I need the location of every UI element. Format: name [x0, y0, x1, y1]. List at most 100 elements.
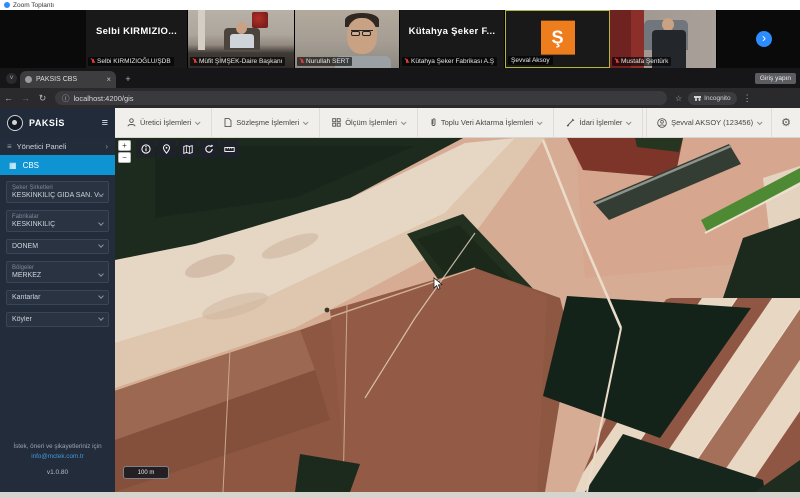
menu-label: Toplu Veri Aktarma İşlemleri — [441, 118, 534, 127]
chevron-down-icon — [537, 119, 543, 125]
user-circle-icon — [657, 118, 667, 128]
info-icon — [141, 144, 151, 154]
satellite-map[interactable]: + − 100 m — [115, 138, 800, 492]
video-wall-detail — [198, 10, 205, 50]
participant-name: Kütahya Şeker Fabrikası A.Ş — [411, 58, 494, 65]
participant-tile-kutahya[interactable]: Kütahya Şeker F... Kütahya Şeker Fabrika… — [400, 10, 505, 68]
chevron-down-icon — [401, 119, 407, 125]
measure-button[interactable] — [220, 140, 239, 158]
participant-tile-selbi[interactable]: Selbi KIRMIZIO... Selbi KIRMIZIOĞLU/ŞDB — [86, 10, 188, 68]
participant-tile-nurullah[interactable]: Nurullah SERT — [295, 10, 400, 68]
participant-tile-mufit[interactable]: Müfit ŞİMŞEK-Daire Başkanı — [188, 10, 295, 68]
page-info-icon[interactable]: ⓘ — [62, 93, 70, 104]
select-fabrikalar[interactable]: Fabrikalar KESKİNKILIÇ — [6, 210, 109, 232]
sidebar: ≡ Yönetici Paneli › ▦ CBS Şeker Şirketle… — [0, 138, 115, 492]
select-seker-sirketleri[interactable]: Şeker Şirketleri KESKİNKILIÇ GIDA SAN. V… — [6, 181, 109, 203]
glasses-detail — [351, 30, 373, 36]
zoom-participant-strip: Selbi KIRMIZIO... Selbi KIRMIZIOĞLU/ŞDB … — [0, 10, 800, 68]
tab-favicon — [25, 76, 32, 83]
video-person-body — [230, 34, 254, 48]
zoom-app-icon — [4, 2, 10, 8]
menu-olcum-islemleri[interactable]: Ölçüm İşlemleri — [320, 108, 418, 137]
tab-close-icon[interactable]: × — [106, 76, 111, 84]
reload-icon[interactable]: ↻ — [34, 93, 51, 104]
grid-icon — [332, 118, 341, 127]
app-header: PAKSİS ≡ Üretici İşlemleri Sözleşme İşle… — [0, 108, 800, 138]
participant-nametag: Selbi KIRMIZIOĞLU/ŞDB — [88, 57, 174, 66]
muted-mic-icon — [405, 59, 409, 65]
user-name: Şevval AKSOY (123456) — [671, 118, 753, 127]
url-input[interactable]: ⓘ localhost:4200/gis — [55, 91, 667, 105]
participant-tile-sevval[interactable]: Ş Şevval Aksoy — [505, 10, 610, 68]
browser-tab-paksis[interactable]: PAKSIS CBS × — [20, 71, 116, 88]
map-toolbar: + − — [118, 140, 239, 163]
participant-name: Müfit ŞİMŞEK-Daire Başkanı — [199, 58, 282, 65]
participant-nametag: Şevval Aksoy — [508, 56, 553, 65]
select-value: Kantarlar — [12, 294, 103, 301]
back-icon[interactable]: ← — [0, 93, 17, 103]
zoom-in-button[interactable]: + — [118, 140, 131, 151]
person-icon — [127, 118, 136, 127]
chevron-down-icon — [303, 119, 309, 125]
feedback-text: İstek, öneri ve şikayetleriniz için — [0, 443, 115, 450]
chevron-right-icon: › — [105, 142, 108, 151]
menu-uretici-islemleri[interactable]: Üretici İşlemleri — [115, 108, 212, 137]
top-menu: Üretici İşlemleri Sözleşme İşlemleri Ölç… — [115, 108, 800, 138]
next-participants-button[interactable]: › — [756, 31, 772, 47]
video-person-head — [347, 18, 377, 54]
location-button[interactable] — [157, 140, 176, 158]
select-value: KESKİNKILIÇ — [12, 221, 103, 228]
ruler-icon — [224, 146, 235, 153]
scale-label: 100 m — [138, 470, 155, 476]
participant-name: Nurullah SERT — [306, 58, 349, 65]
gear-icon: ⚙ — [781, 116, 791, 129]
select-label: Bölgeler — [12, 265, 103, 271]
hamburger-icon[interactable]: ≡ — [102, 117, 108, 129]
chevron-down-icon — [195, 119, 201, 125]
feedback-email-link[interactable]: info@mctek.com.tr — [0, 453, 115, 460]
sidebar-filters: Şeker Şirketleri KESKİNKILIÇ GIDA SAN. V… — [0, 175, 115, 327]
browser-menu-icon[interactable]: ⋮ — [743, 93, 752, 104]
select-koyler[interactable]: Köyler — [6, 312, 109, 327]
sidebar-item-cbs[interactable]: ▦ CBS — [0, 155, 115, 175]
menu-sozlesme-islemleri[interactable]: Sözleşme İşlemleri — [212, 108, 320, 137]
info-button[interactable] — [136, 140, 155, 158]
settings-button[interactable]: ⚙ — [771, 108, 800, 137]
participant-display-name: Selbi KIRMIZIO... — [86, 26, 187, 37]
paperclip-icon — [430, 118, 437, 127]
avatar-letter: Ş — [551, 27, 563, 48]
select-bolgeler[interactable]: Bölgeler MERKEZ — [6, 261, 109, 283]
refresh-button[interactable] — [199, 140, 218, 158]
menu-label: İdari İşlemler — [579, 118, 622, 127]
incognito-icon — [694, 95, 701, 101]
menu-toplu-veri-aktarma[interactable]: Toplu Veri Aktarma İşlemleri — [418, 108, 555, 137]
chevron-down-icon — [626, 119, 632, 125]
map-layers-icon — [183, 145, 193, 154]
bookmark-icon[interactable]: ☆ — [675, 94, 682, 103]
url-text: localhost:4200/gis — [74, 94, 134, 103]
tab-search-icon[interactable]: ˅ — [6, 73, 17, 84]
menu-idari-islemler[interactable]: İdari İşlemler — [554, 108, 643, 137]
forward-icon[interactable]: → — [17, 93, 34, 103]
paksis-logo-icon — [7, 115, 23, 131]
muted-mic-icon — [91, 59, 95, 65]
layers-button[interactable] — [178, 140, 197, 158]
participant-tile-mustafa[interactable]: Mustafa Şentürk — [610, 10, 717, 68]
sidebar-item-label: Yönetici Paneli — [17, 142, 67, 151]
map-scale-bar: 100 m — [123, 466, 169, 479]
select-kantarlar[interactable]: Kantarlar — [6, 290, 109, 305]
select-donem[interactable]: DÖNEM — [6, 239, 109, 254]
sidebar-footer: İstek, öneri ve şikayetleriniz için info… — [0, 443, 115, 476]
chevron-down-icon — [757, 119, 763, 125]
brand-box: PAKSİS ≡ — [0, 108, 115, 138]
zoom-out-button[interactable]: − — [118, 152, 131, 163]
user-menu-button[interactable]: Şevval AKSOY (123456) — [646, 108, 771, 137]
participant-name: Selbi KIRMIZIOĞLU/ŞDB — [97, 58, 171, 65]
new-tab-button[interactable]: + — [122, 73, 134, 85]
select-value: KESKİNKILIÇ GIDA SAN. V... — [12, 192, 103, 199]
zoom-window-title: Zoom Toplantı — [13, 2, 54, 9]
sidebar-item-yonetici-paneli[interactable]: ≡ Yönetici Paneli › — [0, 138, 115, 155]
avatar: Ş — [541, 21, 575, 55]
menu-label: Ölçüm İşlemleri — [345, 118, 397, 127]
incognito-label: Incognito — [704, 95, 730, 102]
